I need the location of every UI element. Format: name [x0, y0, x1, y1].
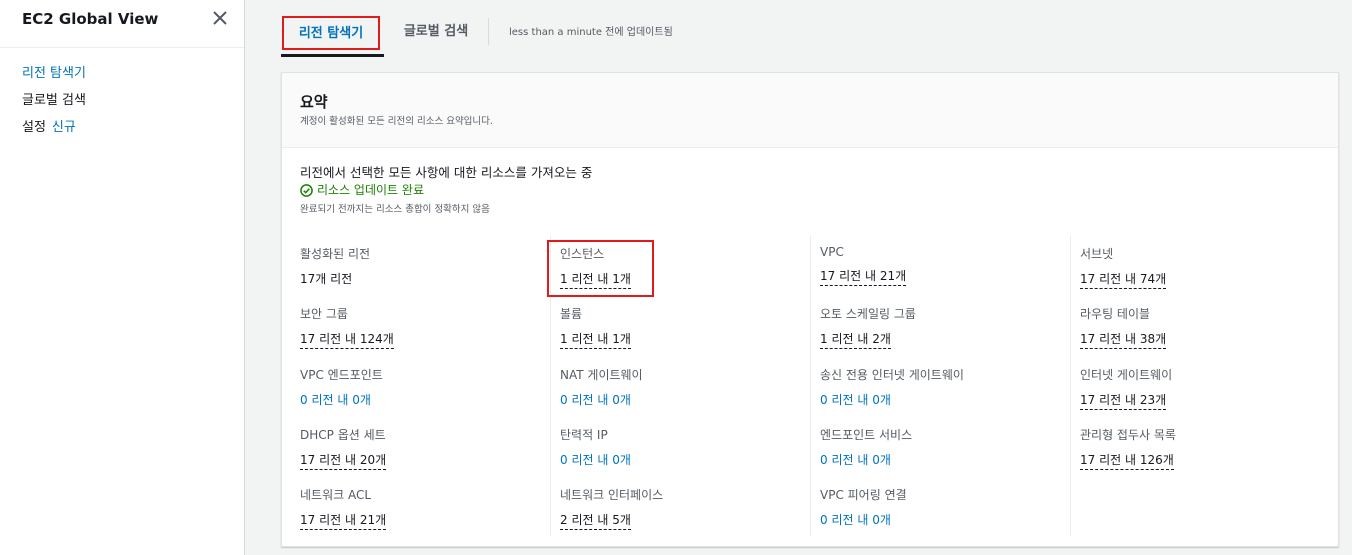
metric-label: 서브넷: [1080, 247, 1114, 261]
metric-egress-only-igws: 송신 전용 인터넷 게이트웨이 0 리전 내 0개: [820, 366, 964, 408]
column-divider: [550, 236, 551, 536]
metric-value-popover[interactable]: 17 리전 내 21개: [300, 511, 387, 530]
check-circle-icon: [300, 184, 313, 197]
summary-card: 요약 계정이 활성화된 모든 리전의 리소스 요약입니다. 리전에서 선택한 모…: [281, 72, 1339, 547]
metric-value-popover[interactable]: 17 리전 내 74개: [1080, 270, 1167, 289]
metric-route-tables: 라우팅 테이블 17 리전 내 38개: [1080, 305, 1167, 349]
metric-vpc-endpoints: VPC 엔드포인트 0 리전 내 0개: [300, 366, 383, 408]
metric-label: VPC: [820, 245, 844, 259]
metric-vpc-peering: VPC 피어링 연결 0 리전 내 0개: [820, 486, 907, 528]
metric-label: 라우팅 테이블: [1080, 307, 1151, 321]
summary-title: 요약: [300, 93, 328, 111]
metric-label: 인터넷 게이트웨이: [1080, 368, 1173, 382]
metric-endpoint-services: 엔드포인트 서비스 0 리전 내 0개: [820, 426, 912, 468]
summary-description: 계정이 활성화된 모든 리전의 리소스 요약입니다.: [300, 116, 493, 127]
metric-label: DHCP 옵션 세트: [300, 428, 386, 442]
metric-network-interfaces: 네트워크 인터페이스 2 리전 내 5개: [560, 486, 663, 530]
last-updated-text: less than a minute 전에 업데이트됨: [509, 27, 673, 38]
metric-value-popover[interactable]: 1 리전 내 2개: [820, 330, 891, 349]
metric-subnets: 서브넷 17 리전 내 74개: [1080, 245, 1167, 289]
metric-label: NAT 게이트웨이: [560, 368, 643, 382]
fetching-status: 리전에서 선택한 모든 사항에 대한 리소스를 가져오는 중: [300, 165, 593, 180]
sidebar-item-settings[interactable]: 설정 신규: [22, 118, 86, 145]
metric-value-link[interactable]: 0 리전 내 0개: [300, 391, 371, 408]
metric-value-popover[interactable]: 17 리전 내 38개: [1080, 330, 1167, 349]
metric-label: 오토 스케일링 그룹: [820, 307, 916, 321]
sidebar-divider: [0, 47, 244, 48]
metric-label: 관리형 접두사 목록: [1080, 428, 1176, 442]
new-badge: 신규: [51, 120, 76, 135]
metric-vpcs: VPC 17 리전 내 21개: [820, 245, 907, 286]
metric-instances: 인스턴스 1 리전 내 1개: [560, 245, 631, 289]
metric-label: 활성화된 리전: [300, 247, 371, 261]
metric-label: 인스턴스: [560, 247, 605, 261]
summary-header: 요약 계정이 활성화된 모든 리전의 리소스 요약입니다.: [282, 73, 1338, 148]
tab-region-explorer[interactable]: 리전 탐색기: [282, 16, 380, 50]
metric-label: 볼륨: [560, 307, 583, 321]
metric-label: 네트워크 ACL: [300, 488, 372, 502]
sidebar-nav: 리전 탐색기 글로벌 검색 설정 신규: [22, 64, 86, 145]
metric-value-link[interactable]: 0 리전 내 0개: [820, 391, 891, 408]
metric-value-popover[interactable]: 17 리전 내 20개: [300, 451, 387, 470]
sidebar-item-region-explorer[interactable]: 리전 탐색기: [22, 64, 86, 91]
metric-dhcp-option-sets: DHCP 옵션 세트 17 리전 내 20개: [300, 426, 387, 470]
metric-label: VPC 피어링 연결: [820, 488, 907, 502]
metric-value-link[interactable]: 0 리전 내 0개: [560, 391, 631, 408]
active-tab-indicator: [281, 54, 384, 57]
metric-elastic-ips: 탄력적 IP 0 리전 내 0개: [560, 426, 631, 468]
metric-label: 네트워크 인터페이스: [560, 488, 664, 502]
accuracy-note: 완료되기 전까지는 리소스 총합이 정확하지 않음: [300, 204, 490, 215]
metric-value-popover[interactable]: 17 리전 내 23개: [1080, 391, 1167, 410]
tab-bar: 리전 탐색기 글로벌 검색 less than a minute 전에 업데이트…: [246, 0, 1352, 58]
column-divider: [810, 236, 811, 536]
metric-internet-gateways: 인터넷 게이트웨이 17 리전 내 23개: [1080, 366, 1172, 410]
metric-value: 17개 리전: [300, 272, 353, 286]
sidebar-title: EC2 Global View: [22, 10, 159, 28]
update-complete-status: 리소스 업데이트 완료: [300, 181, 424, 198]
update-complete-text: 리소스 업데이트 완료: [317, 183, 424, 197]
metric-value-popover[interactable]: 1 리전 내 1개: [560, 330, 631, 349]
metric-label: 탄력적 IP: [560, 428, 608, 442]
metric-label: 송신 전용 인터넷 게이트웨이: [820, 368, 964, 382]
metric-network-acls: 네트워크 ACL 17 리전 내 21개: [300, 486, 387, 530]
metric-volumes: 볼륨 1 리전 내 1개: [560, 305, 631, 349]
metric-security-groups: 보안 그룹 17 리전 내 124개: [300, 305, 394, 349]
column-divider: [1070, 236, 1071, 536]
tab-divider: [488, 18, 489, 45]
metric-label: 엔드포인트 서비스: [820, 428, 913, 442]
metric-value-popover[interactable]: 1 리전 내 1개: [560, 270, 631, 289]
metric-nat-gateways: NAT 게이트웨이 0 리전 내 0개: [560, 366, 643, 408]
metric-label: 보안 그룹: [300, 307, 348, 321]
metric-value-popover[interactable]: 2 리전 내 5개: [560, 511, 631, 530]
metric-value-popover[interactable]: 17 리전 내 21개: [820, 267, 907, 286]
metric-value-link[interactable]: 0 리전 내 0개: [820, 511, 891, 528]
tab-global-search[interactable]: 글로벌 검색: [396, 16, 476, 50]
metric-value-link[interactable]: 0 리전 내 0개: [560, 451, 631, 468]
close-icon[interactable]: [210, 8, 230, 28]
metric-label: VPC 엔드포인트: [300, 368, 383, 382]
metric-managed-prefix-lists: 관리형 접두사 목록 17 리전 내 126개: [1080, 426, 1176, 470]
metric-active-regions: 활성화된 리전 17개 리전: [300, 245, 370, 287]
sidebar-item-global-search[interactable]: 글로벌 검색: [22, 91, 86, 118]
metric-value-popover[interactable]: 17 리전 내 124개: [300, 330, 394, 349]
metric-auto-scaling-groups: 오토 스케일링 그룹 1 리전 내 2개: [820, 305, 916, 349]
sidebar-item-label: 설정: [22, 120, 46, 135]
side-navigation: EC2 Global View 리전 탐색기 글로벌 검색 설정 신규: [0, 0, 245, 555]
metric-value-link[interactable]: 0 리전 내 0개: [820, 451, 891, 468]
metric-value-popover[interactable]: 17 리전 내 126개: [1080, 451, 1174, 470]
